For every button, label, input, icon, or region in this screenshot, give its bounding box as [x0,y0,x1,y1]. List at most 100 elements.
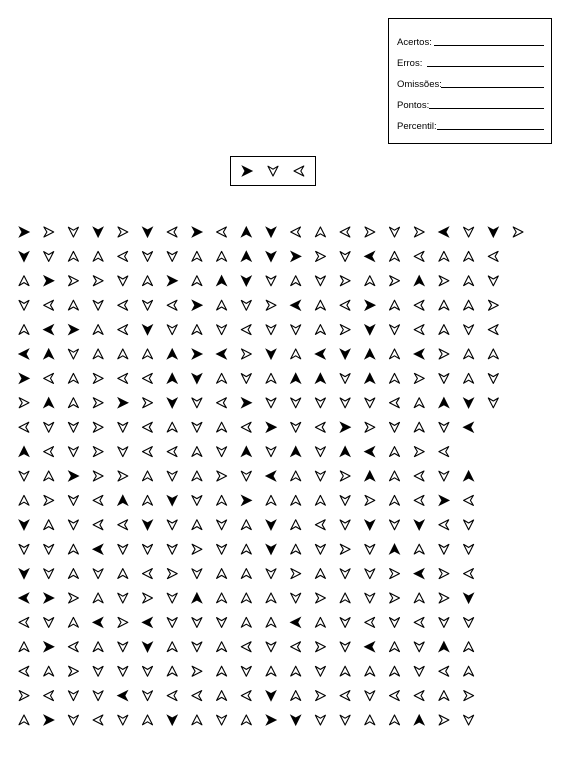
grid-arrow-down-outline [67,226,79,238]
grid-arrow-up-outline [43,470,55,482]
grid-arrow-left-outline [240,324,252,336]
grid-arrow-down-solid [240,275,253,287]
grid-arrow-up-solid [191,591,203,604]
grid-arrow-up-solid [413,274,426,287]
grid-arrow-right-outline [240,348,252,360]
grid-arrow-right-outline [315,250,326,262]
grid-arrow-right-solid [18,372,31,385]
grid-arrow-left-solid [17,592,30,604]
grid-arrow-right-solid [42,274,55,287]
grid-arrow-down-outline [166,592,178,604]
grid-arrow-down-outline [191,397,203,409]
grid-arrow-down-solid [18,567,30,580]
grid-arrow-right-outline [142,397,154,409]
grid-arrow-down-outline [388,617,401,628]
grid-arrow-left-solid [363,445,376,458]
grid-arrow-down-outline [216,543,228,555]
grid-arrow-up-outline [290,690,302,701]
grid-arrow-up-outline [265,372,277,384]
grid-arrow-up-outline [438,299,450,311]
grid-arrow-right-outline [438,275,450,287]
grid-arrow-down-outline [92,299,104,311]
grid-arrow-up-outline [364,275,376,287]
grid-arrow-up-outline [240,568,252,579]
grid-arrow-down-outline [463,226,475,238]
grid-arrow-right-outline [117,616,129,628]
grid-arrow-left-outline [413,250,425,262]
grid-arrow-up-outline [141,275,154,287]
grid-arrow-down-solid [141,226,154,239]
grid-arrow-down-outline [339,373,351,384]
grid-arrow-down-solid [166,494,179,507]
grid-arrow-left-outline [18,421,30,433]
grid-arrow-right-outline [290,568,302,580]
grid-arrow-left-outline [43,299,55,311]
grid-arrow-right-outline [339,324,351,336]
grid-arrow-right-solid [438,494,451,507]
grid-arrow-up-outline [463,299,475,311]
grid-arrow-up-outline [92,641,104,653]
grid-arrow-up-outline [67,397,79,409]
grid-arrow-down-outline [314,665,326,677]
grid-arrow-down-solid [265,348,277,361]
grid-arrow-down-outline [265,641,277,653]
grid-arrow-down-outline [43,421,55,433]
grid-arrow-down-outline [339,617,351,628]
grid-arrow-down-outline [18,543,30,555]
grid-arrow-up-outline [117,348,129,360]
grid-arrow-down-outline [314,397,326,409]
grid-arrow-down-solid [141,641,154,653]
grid-arrow-up-outline [290,275,302,287]
grid-arrow-left-outline [141,421,153,433]
grid-arrow-right-outline [166,568,178,580]
grid-arrow-right-solid [42,714,55,726]
grid-arrow-up-outline [463,275,475,287]
grid-arrow-left-solid [437,226,450,238]
grid-arrow-left-outline [438,446,450,458]
grid-arrow-left-outline [290,641,302,653]
grid-arrow-right-outline [117,226,129,238]
grid-arrow-down-outline [265,324,277,336]
grid-arrow-up-outline [290,519,302,531]
grid-arrow-up-outline [43,519,55,531]
grid-arrow-down-outline [265,446,277,458]
grid-arrow-down-outline [67,690,79,702]
grid-arrow-down-outline [191,568,203,580]
grid-arrow-down-outline [166,519,178,531]
grid-arrow-down-outline [290,324,302,336]
grid-arrow-down-solid [462,592,475,605]
grid-arrow-up-outline [339,592,351,604]
grid-arrow-down-outline [240,299,252,311]
grid-arrow-down-outline [216,519,228,531]
grid-arrow-up-outline [67,299,79,311]
grid-arrow-left-solid [91,616,104,629]
grid-arrow-left-solid [462,421,475,434]
grid-arrow-right-outline [92,372,104,384]
grid-arrow-up-outline [92,348,104,360]
grid-arrow-down-outline [43,543,55,555]
grid-arrow-up-outline [290,348,302,360]
grid-arrow-down-outline [67,421,79,433]
grid-arrow-up-solid [166,372,179,385]
grid-arrow-down-outline [364,397,376,409]
grid-arrow-up-outline [388,372,401,384]
grid-arrow-right-outline [438,714,450,726]
grid-arrow-down-outline [314,543,326,555]
grid-arrow-down-solid [18,250,30,263]
grid-arrow-left-outline [438,519,450,531]
grid-arrow-right-outline [364,421,376,433]
grid-arrow-up-outline [463,372,475,384]
grid-arrow-right-outline [389,592,401,604]
grid-arrow-up-outline [191,275,203,287]
grid-arrow-right-outline [68,275,79,287]
grid-arrow-up-solid [42,396,55,409]
grid-arrow-up-solid [289,445,302,458]
grid-arrow-up-outline [364,665,376,677]
grid-arrow-up-outline [463,250,475,262]
grid-arrow-down-solid [92,226,104,239]
grid-arrow-down-solid [141,519,154,531]
grid-arrow-down-outline [240,373,252,384]
grid-arrow-down-solid [166,397,179,409]
grid-arrow-left-outline [141,446,153,458]
grid-arrow-right-solid [67,323,80,336]
